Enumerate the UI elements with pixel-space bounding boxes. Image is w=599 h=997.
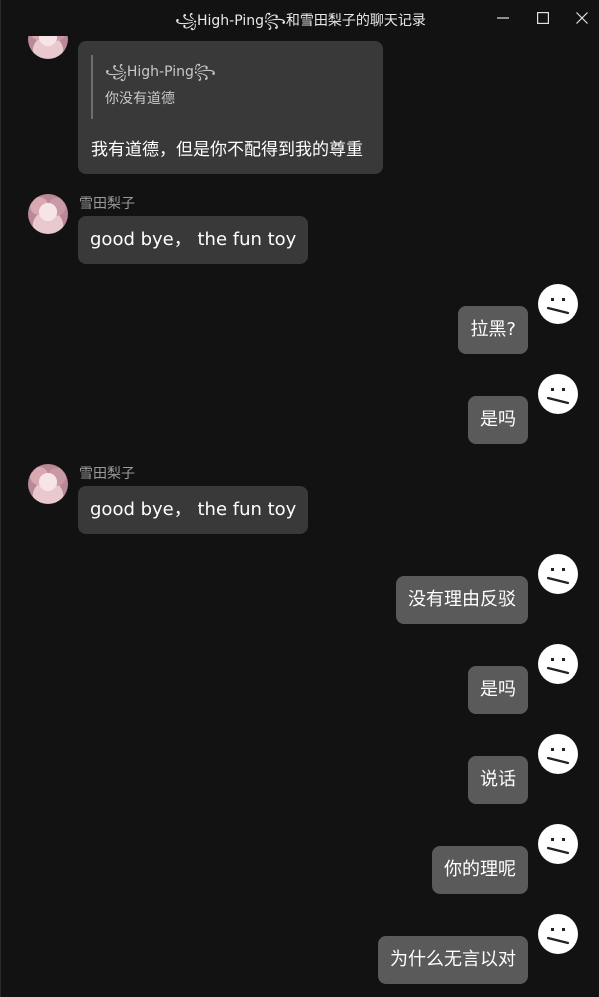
self-avatar[interactable] — [538, 644, 578, 684]
incoming-message-bubble[interactable]: good bye， the fun toy — [78, 486, 309, 534]
self-avatar[interactable] — [538, 824, 578, 864]
confused-face-icon — [539, 825, 577, 863]
outgoing-message-bubble[interactable]: 你的理呢 — [432, 846, 528, 894]
outgoing-message-bubble[interactable]: 是吗 — [468, 396, 528, 444]
quoted-sender-name: ꧁High-Ping꧂ — [105, 64, 216, 80]
sender-name: 雪田梨子 — [79, 466, 135, 482]
minimize-button[interactable] — [484, 4, 522, 32]
outgoing-message-bubble[interactable]: 说话 — [468, 756, 528, 804]
incoming-message-bubble[interactable]: good bye， the fun toy — [78, 216, 309, 264]
message-list[interactable]: ꧁High-Ping꧂ 你没有道德 我有道德，但是你不配得到我的尊重 雪田梨子 … — [1, 0, 599, 997]
confused-face-icon — [539, 645, 577, 683]
outgoing-message-bubble[interactable]: 是吗 — [468, 666, 528, 714]
outgoing-message-bubble[interactable]: 拉黑? — [458, 306, 528, 354]
other-user-avatar[interactable] — [28, 464, 68, 504]
self-avatar[interactable] — [538, 554, 578, 594]
message-text: 我有道德，但是你不配得到我的尊重 — [91, 140, 363, 160]
confused-face-icon — [539, 735, 577, 773]
confused-face-icon — [539, 555, 577, 593]
quoted-message-text: 你没有道德 — [105, 91, 175, 107]
close-icon — [576, 12, 588, 24]
outgoing-message-bubble[interactable]: 没有理由反驳 — [396, 576, 528, 624]
maximize-icon — [537, 12, 549, 24]
self-avatar[interactable] — [538, 374, 578, 414]
sender-name: 雪田梨子 — [79, 196, 135, 212]
close-button[interactable] — [563, 4, 599, 32]
self-avatar[interactable] — [538, 284, 578, 324]
reply-message-bubble[interactable]: ꧁High-Ping꧂ 你没有道德 我有道德，但是你不配得到我的尊重 — [78, 41, 383, 174]
outgoing-message-bubble[interactable]: 为什么无言以对 — [378, 936, 528, 984]
confused-face-icon — [539, 915, 577, 953]
confused-face-icon — [539, 375, 577, 413]
maximize-button[interactable] — [524, 4, 562, 32]
minimize-icon — [497, 17, 509, 19]
quote-bar — [91, 55, 93, 119]
chat-history-window: ꧁High-Ping꧂ 你没有道德 我有道德，但是你不配得到我的尊重 雪田梨子 … — [0, 0, 599, 997]
title-bar[interactable]: ꧁High-Ping꧂和雪田梨子的聊天记录 — [1, 0, 599, 36]
self-avatar[interactable] — [538, 914, 578, 954]
confused-face-icon — [539, 285, 577, 323]
other-user-avatar[interactable] — [28, 194, 68, 234]
self-avatar[interactable] — [538, 734, 578, 774]
